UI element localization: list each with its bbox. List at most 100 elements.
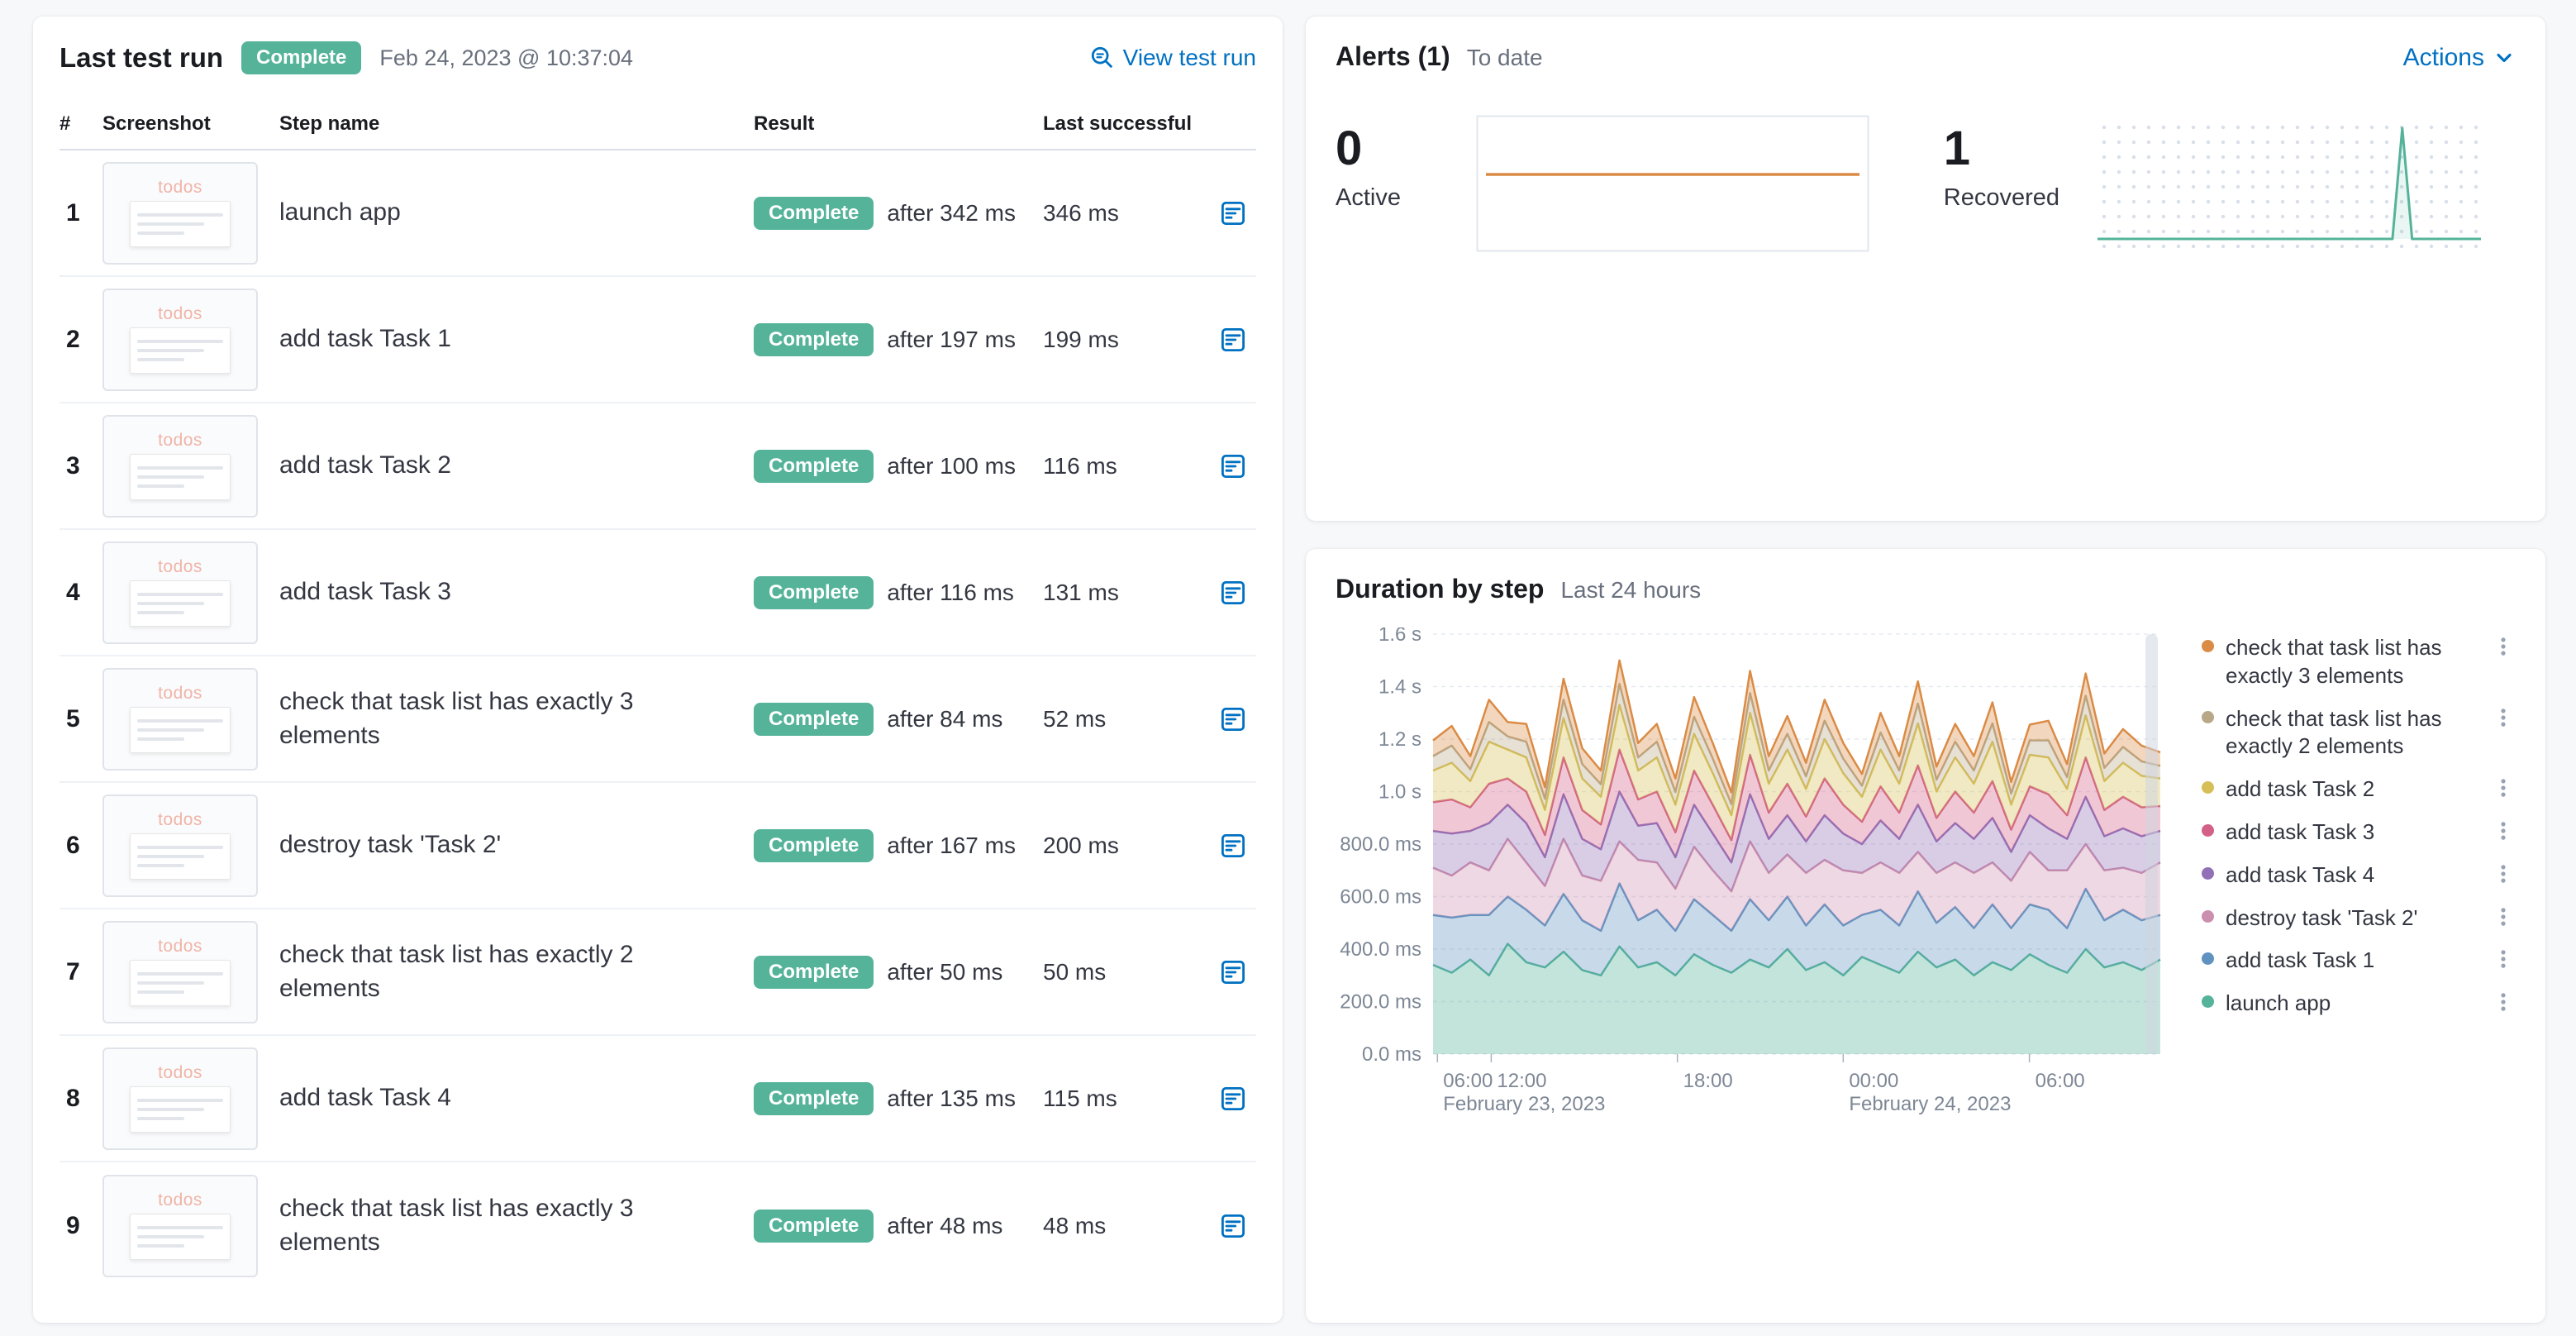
result-duration: after 167 ms xyxy=(887,832,1016,858)
step-screenshot-thumbnail[interactable]: todos xyxy=(102,541,258,644)
step-detail-icon[interactable] xyxy=(1217,197,1250,230)
right-column: Alerts (1) To date Actions 0 Active 1 Re… xyxy=(1306,17,2545,1323)
svg-text:1.2 s: 1.2 s xyxy=(1378,728,1421,751)
thumbnail-line xyxy=(137,593,223,596)
status-badge: Complete xyxy=(754,1209,874,1243)
step-detail-icon[interactable] xyxy=(1217,323,1250,356)
legend-label: add task Task 2 xyxy=(2226,776,2375,802)
step-detail-icon[interactable] xyxy=(1217,703,1250,736)
step-name: destroy task 'Task 2' xyxy=(279,831,502,859)
screenshot-preview: todos xyxy=(130,811,231,880)
result-duration: after 116 ms xyxy=(887,579,1014,605)
panel-title: Last test run xyxy=(60,42,224,73)
legend-options-icon[interactable] xyxy=(2491,904,2516,929)
step-number: 3 xyxy=(66,451,80,480)
duration-by-step-panel: Duration by step Last 24 hours 1.6 s 1.4 … xyxy=(1306,549,2545,1323)
legend-options-icon[interactable] xyxy=(2491,990,2516,1014)
duration-stacked-area-chart[interactable]: 1.6 s 1.4 s 1.2 s 1.0 s 800.0 ms 600.0 ms 400.… xyxy=(1336,627,2178,1117)
thumbnail-line xyxy=(137,981,205,985)
legend-color-dot xyxy=(2202,823,2214,837)
step-name: add task Task 2 xyxy=(279,451,451,480)
last-test-run-header: Last test run Complete Feb 24, 2023 @ 10… xyxy=(60,41,1256,74)
thumbnail-line xyxy=(137,231,185,235)
legend-color-dot xyxy=(2202,710,2214,723)
legend-item[interactable]: launch app xyxy=(2202,990,2516,1018)
page: Last test run Complete Feb 24, 2023 @ 10… xyxy=(0,0,2576,1336)
thumbnail-line xyxy=(137,719,223,723)
svg-text:600.0 ms: 600.0 ms xyxy=(1340,886,1421,909)
thumbnail-line xyxy=(137,213,223,217)
svg-text:18:00: 18:00 xyxy=(1683,1070,1733,1092)
thumbnail-line xyxy=(137,1244,185,1248)
thumbnail-todos-text: todos xyxy=(158,178,202,197)
thumbnail-line xyxy=(137,990,185,994)
step-screenshot-thumbnail[interactable]: todos xyxy=(102,161,258,265)
col-header-number: # xyxy=(60,112,71,135)
step-screenshot-thumbnail[interactable]: todos xyxy=(102,288,258,391)
step-screenshot-thumbnail[interactable]: todos xyxy=(102,414,258,518)
legend-options-icon[interactable] xyxy=(2491,861,2516,886)
legend-options-icon[interactable] xyxy=(2491,705,2516,730)
step-screenshot-thumbnail[interactable]: todos xyxy=(102,794,258,897)
screenshot-preview: todos xyxy=(130,1191,231,1260)
svg-text:1.0 s: 1.0 s xyxy=(1378,781,1421,804)
table-row: 4 todos add task Task 3 Complete after 11… xyxy=(60,530,1256,656)
view-test-run-link[interactable]: View test run xyxy=(1090,45,1256,71)
step-screenshot-thumbnail[interactable]: todos xyxy=(102,1174,258,1277)
legend-options-icon[interactable] xyxy=(2491,947,2516,971)
step-detail-icon[interactable] xyxy=(1217,576,1250,609)
result-duration: after 100 ms xyxy=(887,452,1016,479)
legend-item[interactable]: add task Task 4 xyxy=(2202,861,2516,890)
screenshot-preview: todos xyxy=(130,685,231,753)
thumbnail-line xyxy=(137,1226,223,1229)
alerts-header: Alerts (1) To date Actions xyxy=(1336,41,2516,72)
step-detail-icon[interactable] xyxy=(1217,829,1250,862)
alerts-actions-button[interactable]: Actions xyxy=(2403,44,2516,72)
alerts-subtitle: To date xyxy=(1466,45,1543,70)
active-alerts-text: 0 Active xyxy=(1336,115,1443,212)
thumbnail-todos-text: todos xyxy=(158,810,202,829)
thumbnail-card xyxy=(130,833,231,880)
last-successful-duration: 115 ms xyxy=(1043,1085,1117,1111)
legend-item[interactable]: check that task list has exactly 2 eleme… xyxy=(2202,705,2516,761)
legend-options-icon[interactable] xyxy=(2491,818,2516,843)
step-detail-icon[interactable] xyxy=(1217,450,1250,483)
step-screenshot-thumbnail[interactable]: todos xyxy=(102,667,258,771)
table-row: 7 todos check that task list has exactly… xyxy=(60,909,1256,1036)
last-successful-duration: 48 ms xyxy=(1043,1212,1107,1238)
legend-item[interactable]: add task Task 1 xyxy=(2202,947,2516,975)
step-name: check that task list has exactly 3 eleme… xyxy=(279,688,634,749)
legend-options-icon[interactable] xyxy=(2491,775,2516,800)
legend-color-dot xyxy=(2202,909,2214,923)
legend-label: add task Task 4 xyxy=(2226,861,2375,887)
step-detail-icon[interactable] xyxy=(1217,1210,1250,1243)
svg-text:200.0 ms: 200.0 ms xyxy=(1340,991,1421,1014)
chevron-down-icon xyxy=(2493,46,2516,69)
recovered-alerts-text: 1 Recovered xyxy=(1944,115,2059,212)
legend-options-icon[interactable] xyxy=(2491,634,2516,659)
step-screenshot-thumbnail[interactable]: todos xyxy=(102,920,258,1023)
step-detail-icon[interactable] xyxy=(1217,956,1250,989)
recovered-alerts-label: Recovered xyxy=(1943,184,2059,211)
active-alerts-label: Active xyxy=(1336,184,1401,211)
last-successful-duration: 116 ms xyxy=(1043,452,1117,479)
legend-item[interactable]: check that task list has exactly 3 eleme… xyxy=(2202,634,2516,690)
legend-item[interactable]: add task Task 2 xyxy=(2202,775,2516,804)
legend-item[interactable]: destroy task 'Task 2' xyxy=(2202,904,2516,933)
thumbnail-line xyxy=(137,864,185,867)
step-number: 5 xyxy=(66,704,80,732)
legend-color-dot xyxy=(2202,995,2214,1009)
status-badge: Complete xyxy=(754,955,874,989)
legend-color-dot xyxy=(2202,640,2214,652)
legend-item[interactable]: add task Task 3 xyxy=(2202,818,2516,847)
step-number: 1 xyxy=(66,198,80,227)
alerts-body: 0 Active 1 Recovered xyxy=(1336,115,2516,252)
legend-label: add task Task 3 xyxy=(2226,818,2375,844)
run-timestamp: Feb 24, 2023 @ 10:37:04 xyxy=(379,45,634,70)
screenshot-preview: todos xyxy=(130,1064,231,1133)
step-screenshot-thumbnail[interactable]: todos xyxy=(102,1047,258,1150)
step-detail-icon[interactable] xyxy=(1217,1082,1250,1115)
thumbnail-line xyxy=(137,611,185,614)
svg-text:400.0 ms: 400.0 ms xyxy=(1340,938,1421,961)
svg-text:800.0 ms: 800.0 ms xyxy=(1340,833,1421,856)
